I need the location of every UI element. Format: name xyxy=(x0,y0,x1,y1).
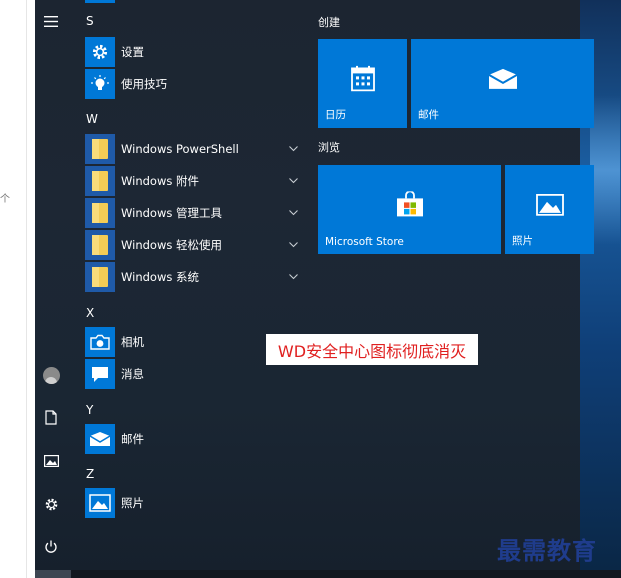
app-item-label: Windows 轻松使用 xyxy=(121,238,222,252)
app-item-label: 相机 xyxy=(121,335,144,349)
chevron-down-icon[interactable] xyxy=(286,238,300,252)
app-item-label: 照片 xyxy=(121,496,144,510)
app-item-label: 使用技巧 xyxy=(121,77,167,91)
folder-icon xyxy=(85,198,115,228)
tile-label: Microsoft Store xyxy=(325,236,404,248)
tile-calendar[interactable]: 日历 xyxy=(318,39,407,128)
tile-label: 照片 xyxy=(512,235,533,247)
photo-icon xyxy=(85,488,115,518)
start-button-highlight[interactable] xyxy=(35,570,71,578)
app-item-windows-admin-tools[interactable]: Windows 管理工具 xyxy=(85,198,300,228)
avatar xyxy=(42,366,60,384)
section-letter-z[interactable]: Z xyxy=(86,467,94,481)
brand-watermark: 最需教育 xyxy=(497,536,597,565)
chevron-down-icon[interactable] xyxy=(286,270,300,284)
section-letter-w[interactable]: W xyxy=(86,112,98,126)
partial-app-icon xyxy=(85,0,115,3)
app-item-photos[interactable]: 照片 xyxy=(85,488,300,518)
app-item-windows-ease-of-access[interactable]: Windows 轻松使用 xyxy=(85,230,300,260)
chevron-down-icon[interactable] xyxy=(286,142,300,156)
app-item-settings[interactable]: 设置 xyxy=(85,37,300,67)
document-icon[interactable] xyxy=(41,407,61,427)
background-window-strip: 个 xyxy=(0,0,35,578)
folder-icon xyxy=(85,230,115,260)
app-item-label: Windows 管理工具 xyxy=(121,206,222,220)
app-item-label: 消息 xyxy=(121,367,144,381)
gear-icon xyxy=(85,37,115,67)
app-item-windows-accessories[interactable]: Windows 附件 xyxy=(85,166,300,196)
mail-icon xyxy=(85,424,115,454)
app-item-label: Windows 附件 xyxy=(121,174,199,188)
overlay-caption-box: WD安全中心图标彻底消灭 xyxy=(266,334,478,365)
app-item-mail[interactable]: 邮件 xyxy=(85,424,300,454)
section-letter-y[interactable]: Y xyxy=(86,403,93,417)
app-item-windows-powershell[interactable]: Windows PowerShell xyxy=(85,134,300,164)
start-rail xyxy=(35,0,67,578)
message-icon xyxy=(85,359,115,389)
folder-icon xyxy=(85,134,115,164)
tile-label: 日历 xyxy=(325,109,346,121)
overlay-caption: WD安全中心图标彻底消灭 xyxy=(277,341,467,361)
start-menu: S 设置 使用技巧 W Windows PowerShell Windows 附… xyxy=(35,0,621,578)
tile-label: 邮件 xyxy=(418,109,439,121)
section-letter-s[interactable]: S xyxy=(86,14,94,28)
calendar-icon xyxy=(350,65,375,95)
background-window-glyph: 个 xyxy=(0,194,10,205)
app-item-label: Windows PowerShell xyxy=(121,142,239,156)
chevron-down-icon[interactable] xyxy=(286,206,300,220)
app-item-windows-system[interactable]: Windows 系统 xyxy=(85,262,300,292)
taskbar-edge xyxy=(35,570,621,578)
app-item-label: 邮件 xyxy=(121,432,144,446)
avatar-icon[interactable] xyxy=(41,365,61,385)
app-item-label: 设置 xyxy=(121,45,144,59)
tile-group-title-create[interactable]: 创建 xyxy=(318,14,340,30)
mail-icon xyxy=(488,67,518,93)
app-item-label: Windows 系统 xyxy=(121,270,199,284)
tile-mail[interactable]: 邮件 xyxy=(411,39,594,128)
folder-icon xyxy=(85,166,115,196)
photo-icon xyxy=(535,193,564,219)
section-letter-x[interactable]: X xyxy=(86,306,94,320)
wallpaper-light xyxy=(590,95,620,245)
tile-group-title-browse[interactable]: 浏览 xyxy=(318,139,340,155)
folder-icon xyxy=(85,262,115,292)
window-edge xyxy=(26,0,27,578)
picture-icon[interactable] xyxy=(41,451,61,471)
tile-microsoft-store[interactable]: Microsoft Store xyxy=(318,165,501,254)
tile-photos[interactable]: 照片 xyxy=(505,165,594,254)
camera-icon xyxy=(85,327,115,357)
lightbulb-icon xyxy=(85,69,115,99)
hamburger-icon[interactable] xyxy=(41,11,61,31)
power-icon[interactable] xyxy=(41,537,61,557)
store-icon xyxy=(396,190,424,221)
gear-icon[interactable] xyxy=(41,494,61,514)
app-item-tips[interactable]: 使用技巧 xyxy=(85,69,300,99)
chevron-down-icon[interactable] xyxy=(286,174,300,188)
